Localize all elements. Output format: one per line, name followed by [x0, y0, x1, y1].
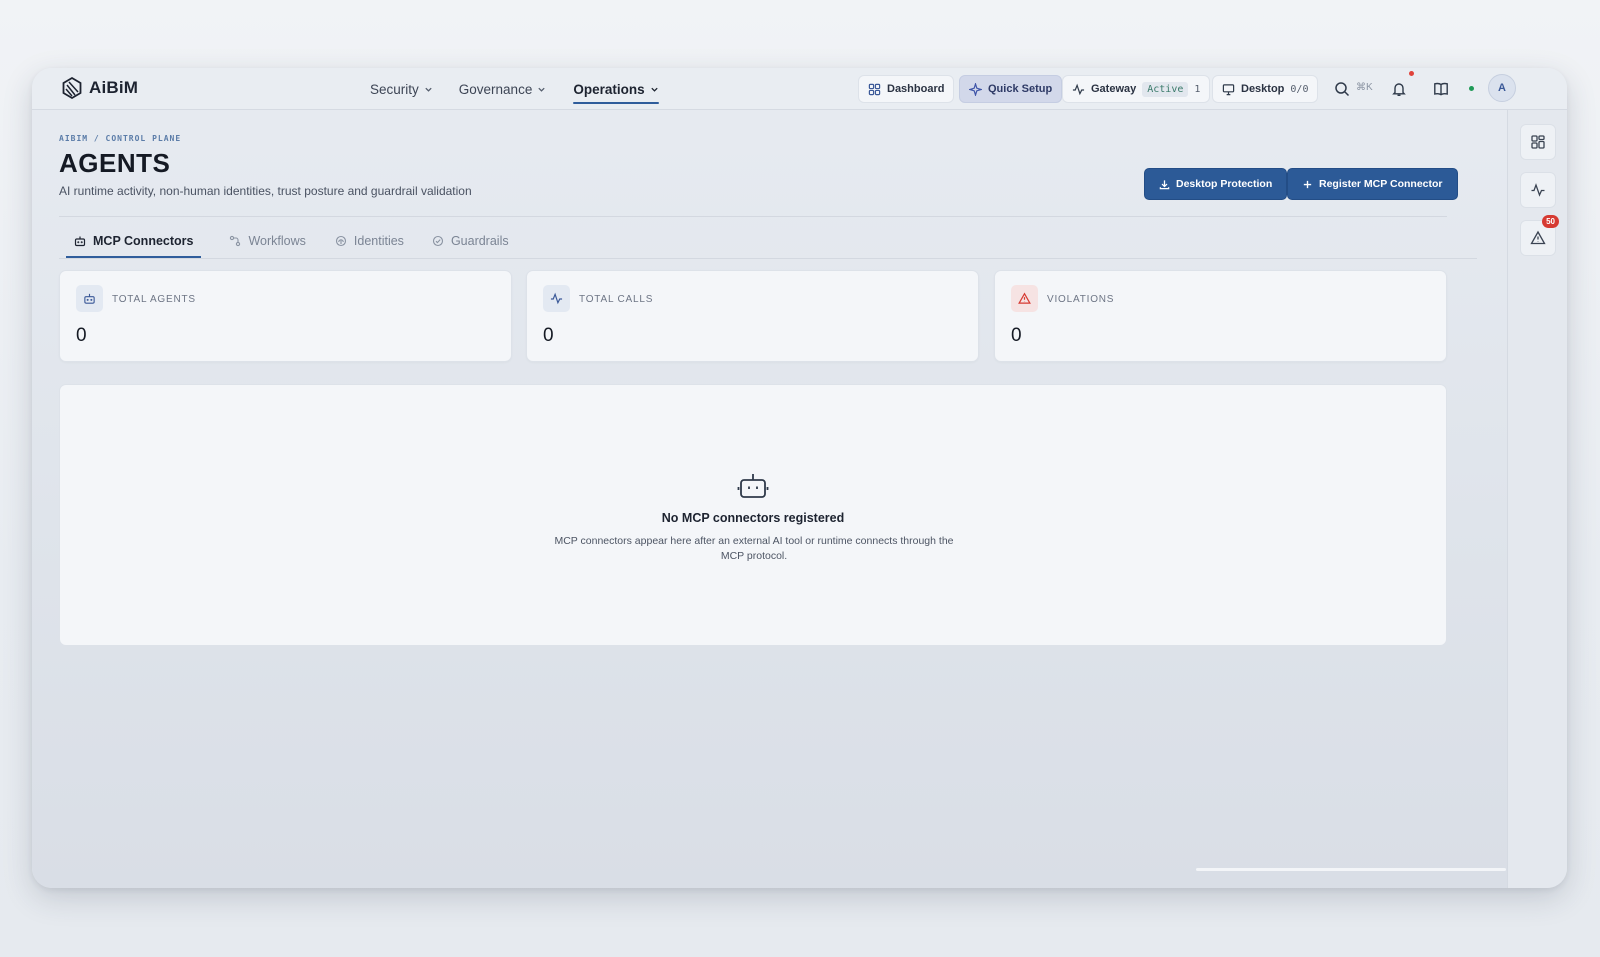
grid-icon [868, 83, 881, 95]
register-mcp-connector-label: Register MCP Connector [1319, 178, 1443, 190]
tab-mcp-connectors-label: MCP Connectors [93, 233, 194, 248]
bot-icon [74, 236, 86, 246]
header-divider [59, 216, 1447, 217]
nav-governance[interactable]: Governance [459, 68, 547, 110]
tab-workflows-label: Workflows [248, 233, 306, 248]
grid-icon [1531, 135, 1545, 149]
chevron-down-icon [650, 87, 658, 92]
docs-button[interactable] [1430, 78, 1452, 100]
logo[interactable]: AiBiM [60, 76, 138, 100]
stat-card-total-calls: TOTAL CALLS 0 [526, 270, 979, 362]
warning-triangle-icon [1011, 285, 1038, 312]
desktop-protection-button[interactable]: Desktop Protection [1144, 168, 1288, 200]
nav-operations-label: Operations [573, 81, 645, 97]
gateway-label: Gateway [1091, 83, 1137, 95]
connectors-panel: No MCP connectors registered MCP connect… [59, 384, 1447, 646]
search-shortcut: ⌘K [1356, 82, 1373, 93]
stat-card-violations: VIOLATIONS 0 [994, 270, 1447, 362]
rail-alerts-button[interactable]: 50 [1520, 215, 1559, 256]
stat-value: 0 [1011, 325, 1022, 346]
breadcrumb: AIBIM / CONTROL PLANE [59, 134, 182, 143]
stat-value: 0 [543, 325, 554, 346]
top-bar: AiBiM Security Governance Operations Das… [32, 68, 1567, 110]
desktop-protection-label: Desktop Protection [1176, 178, 1273, 190]
monitor-icon [1222, 83, 1235, 95]
fingerprint-icon [335, 235, 346, 246]
notification-dot [1409, 71, 1414, 76]
warning-triangle-icon [1530, 230, 1546, 245]
chevron-down-icon [538, 87, 545, 92]
plus-icon [1303, 180, 1312, 188]
tab-guardrails-label: Guardrails [450, 233, 509, 248]
main-nav: Security Governance Operations [370, 68, 659, 110]
quick-setup-label: Quick Setup [988, 83, 1053, 95]
stat-card-total-agents: TOTAL AGENTS 0 [59, 270, 512, 362]
tab-mcp-connectors[interactable]: MCP Connectors [66, 224, 202, 258]
desktop-label: Desktop [1241, 83, 1285, 95]
register-mcp-connector-button[interactable]: Register MCP Connector [1287, 168, 1458, 200]
activity-icon [1072, 83, 1085, 95]
online-status-dot [1469, 86, 1474, 91]
tab-identities[interactable]: Identities [327, 224, 412, 257]
empty-state-description: MCP connectors appear here after an exte… [554, 535, 954, 562]
dashboard-label: Dashboard [887, 83, 945, 95]
stat-label: TOTAL CALLS [579, 294, 654, 305]
logo-text: AiBiM [89, 78, 139, 97]
stat-value: 0 [76, 325, 87, 346]
tab-workflows[interactable]: Workflows [221, 224, 313, 257]
nav-governance-label: Governance [458, 81, 533, 97]
nav-operations[interactable]: Operations [573, 68, 659, 110]
gateway-count: 1 [1194, 83, 1201, 95]
app-window: AiBiM Security Governance Operations Das… [32, 68, 1567, 888]
download-icon [1159, 179, 1170, 189]
tab-identities-label: Identities [353, 233, 404, 248]
avatar[interactable]: A [1488, 74, 1516, 102]
tab-bar: MCP Connectors Workflows Identities Guar… [66, 224, 517, 258]
desktop-status[interactable]: Desktop 0/0 [1212, 75, 1319, 103]
nav-security[interactable]: Security [370, 68, 433, 110]
sparkle-icon [969, 82, 982, 96]
nav-security-label: Security [370, 81, 419, 97]
desktop-count: 0/0 [1290, 83, 1309, 95]
page-title: AGENTS [59, 148, 171, 178]
stat-label: VIOLATIONS [1047, 294, 1115, 305]
page-subtitle: AI runtime activity, non-human identitie… [59, 184, 472, 198]
logo-icon [62, 76, 82, 100]
tabs-underline [59, 258, 1477, 259]
bell-icon [1392, 83, 1406, 96]
chevron-down-icon [425, 87, 432, 92]
bot-icon [737, 474, 769, 498]
gateway-status[interactable]: Gateway Active 1 [1062, 75, 1211, 103]
empty-state-title: No MCP connectors registered [661, 511, 845, 525]
gateway-status-badge: Active [1142, 81, 1189, 97]
notifications-button[interactable] [1388, 78, 1410, 100]
workflow-icon [230, 235, 241, 246]
rail-activity-button[interactable] [1520, 172, 1556, 208]
quick-setup-button[interactable]: Quick Setup [959, 75, 1063, 103]
alerts-count-badge: 50 [1542, 215, 1559, 228]
right-rail: 50 [1507, 110, 1567, 888]
tab-guardrails[interactable]: Guardrails [424, 224, 517, 257]
horizontal-scrollbar[interactable] [1196, 868, 1506, 871]
activity-icon [543, 285, 570, 312]
activity-icon [1531, 183, 1545, 197]
book-open-icon [1434, 82, 1448, 96]
bot-icon [76, 285, 103, 312]
search-icon [1335, 82, 1350, 97]
stat-label: TOTAL AGENTS [112, 294, 196, 305]
rail-grid-button[interactable] [1520, 124, 1556, 160]
check-circle-icon [432, 235, 443, 246]
search-button[interactable] [1331, 78, 1353, 100]
dashboard-button[interactable]: Dashboard [858, 75, 955, 103]
